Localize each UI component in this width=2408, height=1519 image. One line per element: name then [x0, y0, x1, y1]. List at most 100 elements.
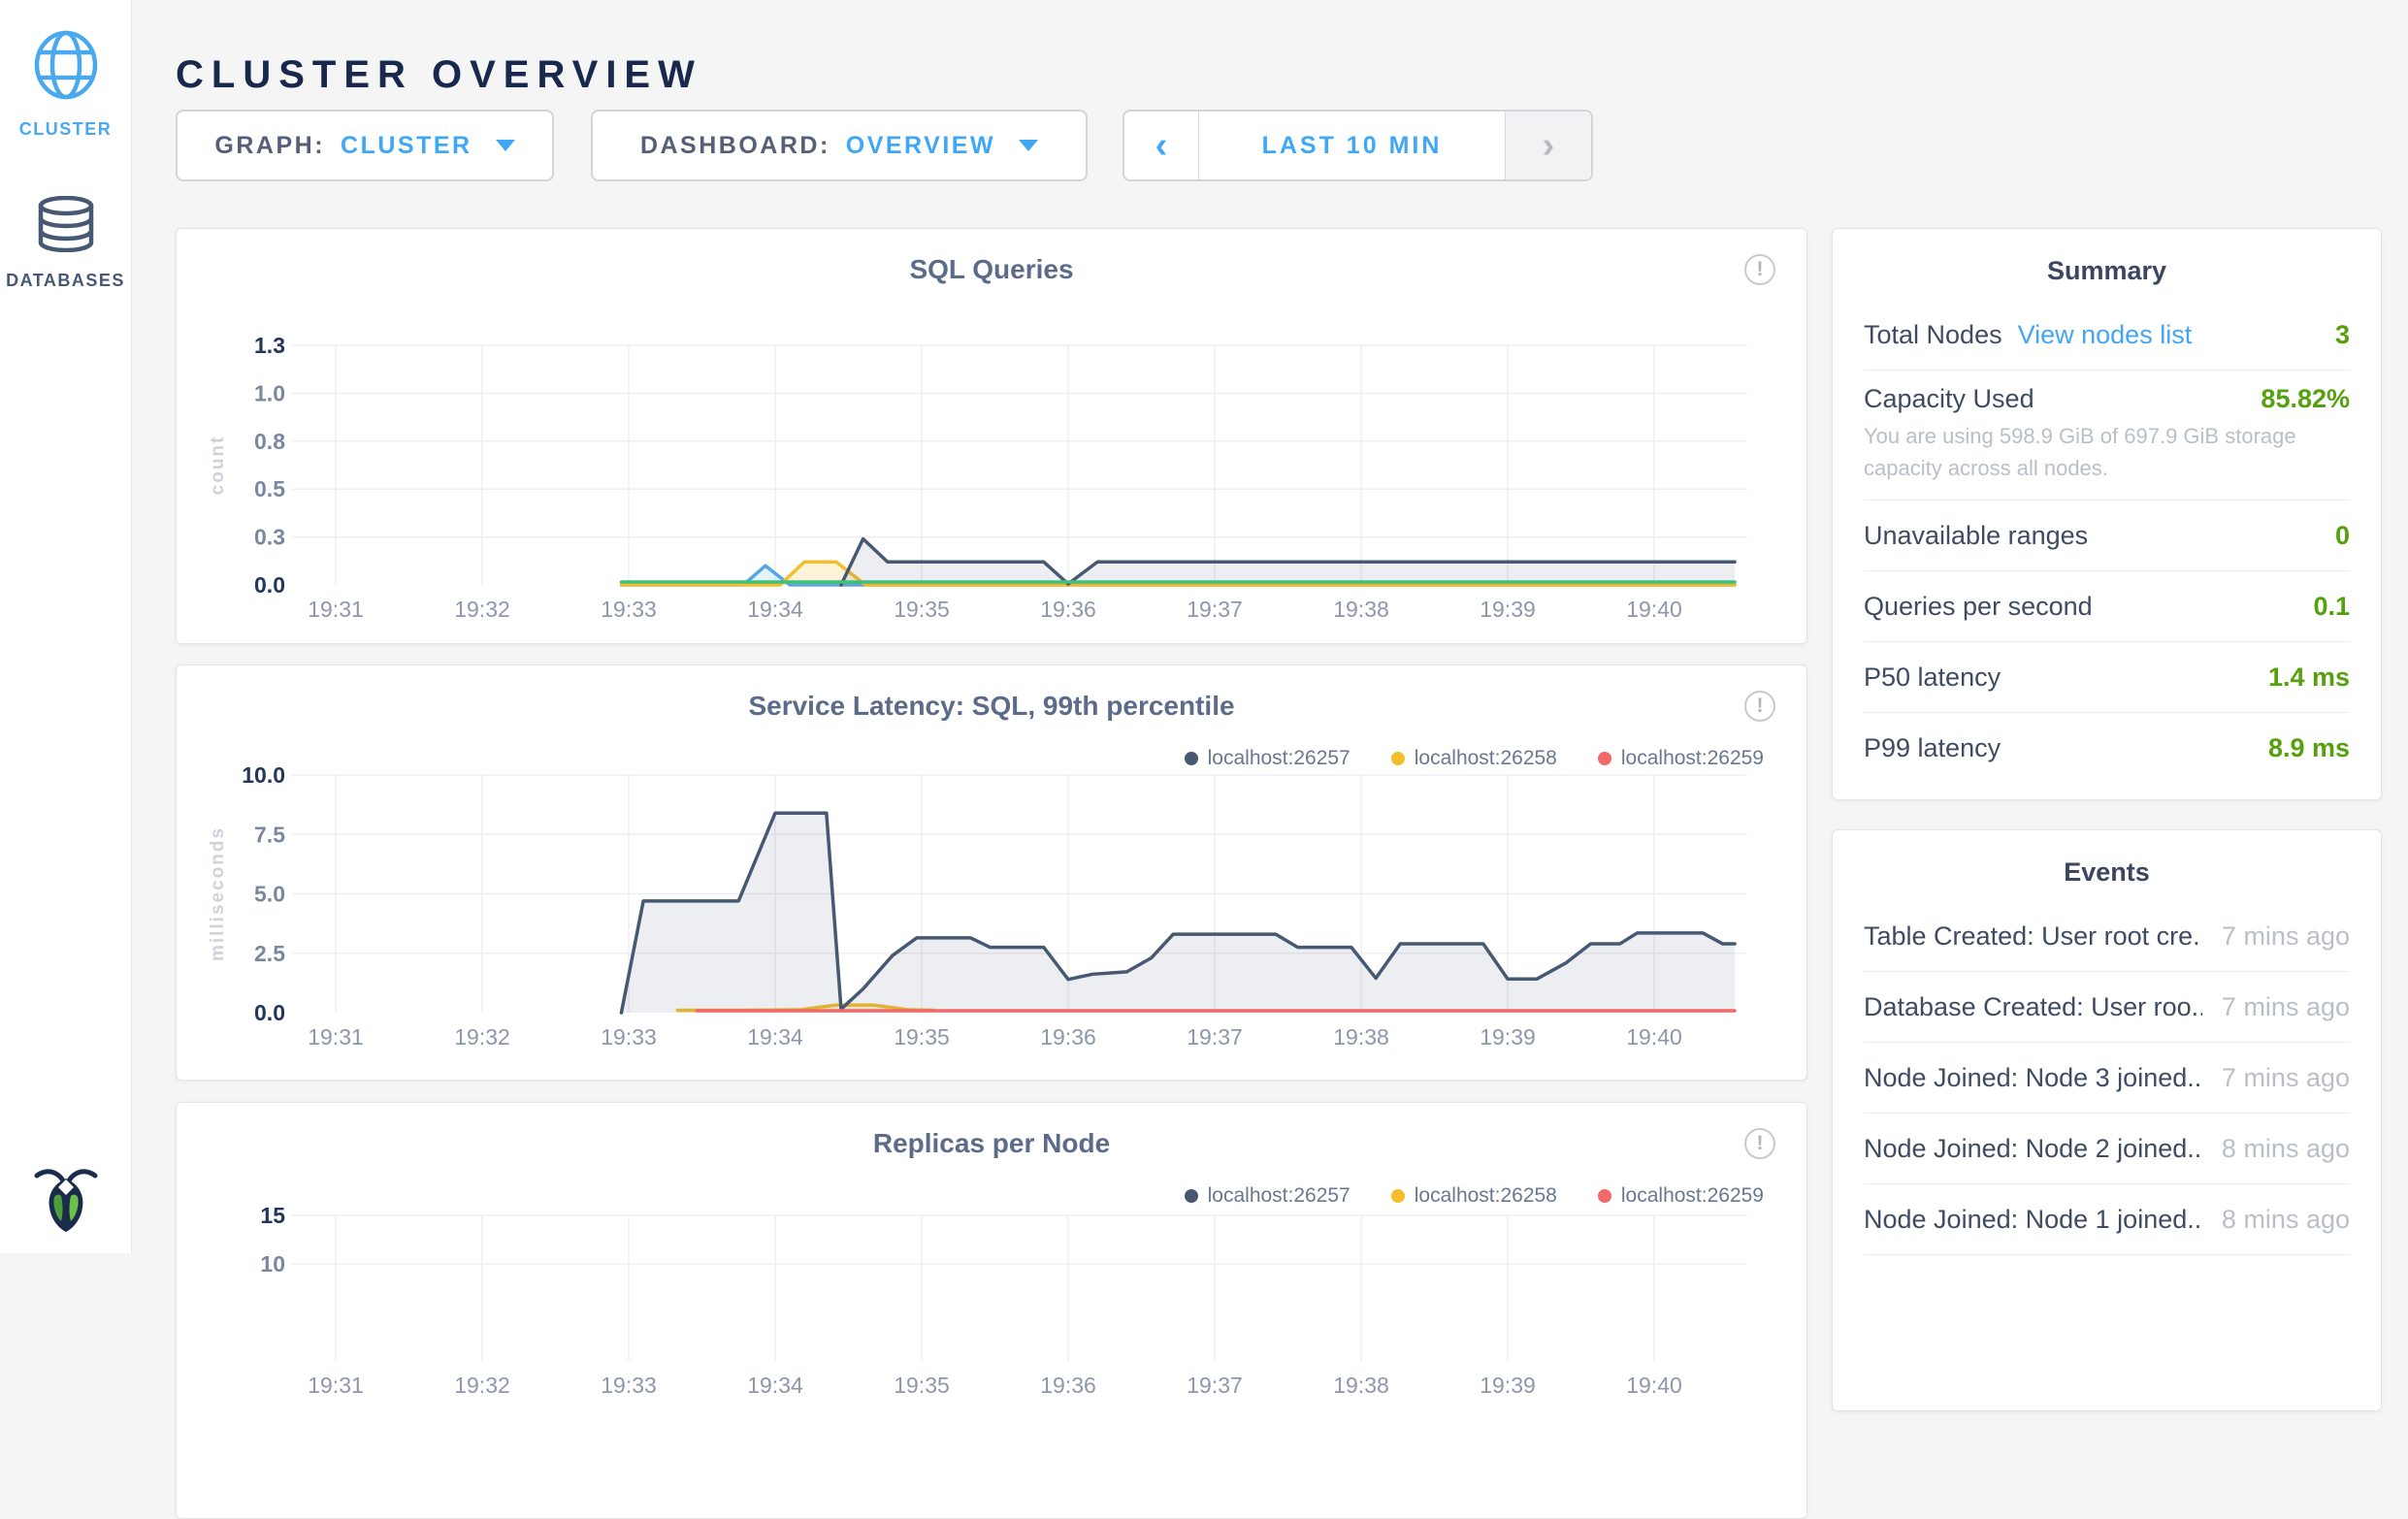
- svg-text:19:36: 19:36: [1040, 1024, 1096, 1050]
- event-text: Database Created: User roo...: [1864, 992, 2202, 1022]
- sidebar-item-label: DATABASES: [6, 271, 125, 291]
- event-time: 7 mins ago: [2222, 921, 2350, 952]
- summary-row: Unavailable ranges 0: [1864, 501, 2350, 571]
- view-nodes-list-link[interactable]: View nodes list: [2018, 320, 2193, 349]
- service-latency-chart-card: Service Latency: SQL, 99th percentile ! …: [176, 664, 1807, 1081]
- svg-text:19:35: 19:35: [894, 597, 950, 622]
- svg-text:19:32: 19:32: [454, 597, 510, 622]
- svg-text:19:38: 19:38: [1333, 1373, 1389, 1398]
- svg-text:milliseconds: milliseconds: [210, 826, 228, 961]
- svg-text:19:40: 19:40: [1626, 597, 1682, 622]
- summary-row-capacity: Capacity Used 85.82% You are using 598.9…: [1864, 371, 2350, 501]
- summary-title: Summary: [1833, 256, 2381, 286]
- event-text: Node Joined: Node 2 joined...: [1864, 1134, 2202, 1164]
- svg-text:19:39: 19:39: [1480, 597, 1536, 622]
- sidebar-item-label: CLUSTER: [19, 119, 113, 140]
- svg-text:0.5: 0.5: [254, 476, 285, 501]
- svg-text:19:39: 19:39: [1480, 1024, 1536, 1050]
- dashboard-dropdown-label: DASHBOARD:: [640, 132, 830, 160]
- svg-text:19:32: 19:32: [454, 1373, 510, 1398]
- sidebar-item-databases[interactable]: DATABASES: [0, 196, 131, 291]
- time-range-selector: ‹ LAST 10 MIN ›: [1123, 110, 1593, 181]
- svg-text:7.5: 7.5: [254, 822, 285, 847]
- svg-text:19:33: 19:33: [601, 597, 657, 622]
- summary-row-value: 8.9 ms: [2268, 733, 2350, 763]
- summary-row-label: Unavailable ranges: [1864, 521, 2088, 551]
- summary-row-value: 1.4 ms: [2268, 663, 2350, 693]
- event-time: 8 mins ago: [2222, 1134, 2350, 1164]
- info-icon[interactable]: !: [1744, 1128, 1775, 1159]
- svg-text:0.8: 0.8: [254, 429, 285, 454]
- svg-text:1.0: 1.0: [254, 380, 285, 405]
- svg-text:count: count: [210, 436, 228, 496]
- chart-title: Replicas per Node: [177, 1128, 1806, 1159]
- summary-row: P50 latency 1.4 ms: [1864, 642, 2350, 713]
- svg-text:15: 15: [260, 1203, 285, 1228]
- chart-title: Service Latency: SQL, 99th percentile: [177, 691, 1806, 722]
- svg-text:19:37: 19:37: [1187, 1373, 1243, 1398]
- info-icon[interactable]: !: [1744, 254, 1775, 285]
- page-title: CLUSTER OVERVIEW: [176, 53, 702, 97]
- svg-text:19:37: 19:37: [1187, 1024, 1243, 1050]
- summary-row-total-nodes: Total Nodes View nodes list 3: [1864, 300, 2350, 371]
- summary-row: Queries per second 0.1: [1864, 571, 2350, 642]
- events-title: Events: [1833, 857, 2381, 888]
- dashboard-dropdown-value: OVERVIEW: [846, 132, 995, 160]
- capacity-label: Capacity Used: [1864, 384, 2034, 414]
- dashboard-dropdown[interactable]: DASHBOARD: OVERVIEW: [591, 110, 1088, 181]
- svg-text:19:40: 19:40: [1626, 1024, 1682, 1050]
- chevron-down-icon: [1019, 140, 1038, 151]
- capacity-caption: You are using 598.9 GiB of 697.9 GiB sto…: [1864, 420, 2329, 484]
- svg-text:19:33: 19:33: [601, 1373, 657, 1398]
- cockroachdb-logo-icon[interactable]: [33, 1163, 99, 1238]
- svg-text:19:34: 19:34: [747, 597, 803, 622]
- svg-text:2.5: 2.5: [254, 941, 285, 966]
- info-icon[interactable]: !: [1744, 691, 1775, 722]
- sidebar: CLUSTER DATABASES: [0, 0, 132, 1253]
- event-time: 8 mins ago: [2222, 1205, 2350, 1235]
- event-text: Node Joined: Node 1 joined...: [1864, 1205, 2202, 1235]
- svg-text:19:34: 19:34: [747, 1373, 803, 1398]
- svg-text:19:33: 19:33: [601, 1024, 657, 1050]
- svg-text:19:36: 19:36: [1040, 597, 1096, 622]
- svg-text:5.0: 5.0: [254, 882, 285, 907]
- summary-row-label: P50 latency: [1864, 663, 2001, 693]
- graph-dropdown-label: GRAPH:: [214, 132, 325, 160]
- summary-row-value: 0: [2335, 521, 2350, 551]
- svg-text:0.3: 0.3: [254, 525, 285, 550]
- globe-icon: [32, 29, 100, 106]
- svg-text:19:38: 19:38: [1333, 597, 1389, 622]
- summary-row: P99 latency 8.9 ms: [1864, 713, 2350, 783]
- svg-text:0.0: 0.0: [254, 1000, 285, 1025]
- summary-row-value: 0.1: [2313, 592, 2350, 622]
- capacity-value: 85.82%: [2261, 384, 2350, 414]
- sidebar-item-cluster[interactable]: CLUSTER: [0, 0, 131, 140]
- total-nodes-value: 3: [2335, 320, 2350, 350]
- svg-text:19:32: 19:32: [454, 1024, 510, 1050]
- svg-text:19:31: 19:31: [308, 1024, 364, 1050]
- summary-panel: Summary Total Nodes View nodes list 3 Cap…: [1832, 228, 2382, 800]
- svg-text:10.0: 10.0: [242, 762, 285, 788]
- summary-row-label: Queries per second: [1864, 592, 2093, 622]
- total-nodes-label: Total Nodes: [1864, 320, 2002, 349]
- sql-queries-chart-card: SQL Queries ! 0.00.30.50.81.01.319:3119:…: [176, 228, 1807, 644]
- controls-bar: GRAPH: CLUSTER DASHBOARD: OVERVIEW ‹ LAS…: [176, 110, 1593, 181]
- svg-text:0.0: 0.0: [254, 572, 285, 598]
- replicas-per-node-chart-card: Replicas per Node ! localhost:26257local…: [176, 1102, 1807, 1519]
- svg-text:1.3: 1.3: [254, 333, 285, 358]
- graph-dropdown[interactable]: GRAPH: CLUSTER: [176, 110, 554, 181]
- svg-text:19:31: 19:31: [308, 1373, 364, 1398]
- event-row: Node Joined: Node 1 joined... 8 mins ago: [1864, 1184, 2350, 1255]
- svg-text:19:35: 19:35: [894, 1024, 950, 1050]
- time-range-prev-button[interactable]: ‹: [1124, 112, 1198, 179]
- svg-text:19:39: 19:39: [1480, 1373, 1536, 1398]
- event-row: Node Joined: Node 3 joined... 7 mins ago: [1864, 1043, 2350, 1114]
- time-range-label[interactable]: LAST 10 MIN: [1198, 112, 1506, 179]
- time-range-next-button[interactable]: ›: [1506, 112, 1591, 179]
- svg-text:19:36: 19:36: [1040, 1373, 1096, 1398]
- chart-title: SQL Queries: [177, 254, 1806, 285]
- chevron-down-icon: [496, 140, 515, 151]
- service-latency-plot: 0.02.55.07.510.019:3119:3219:3319:3419:3…: [210, 751, 1775, 1076]
- svg-text:19:35: 19:35: [894, 1373, 950, 1398]
- event-time: 7 mins ago: [2222, 1063, 2350, 1093]
